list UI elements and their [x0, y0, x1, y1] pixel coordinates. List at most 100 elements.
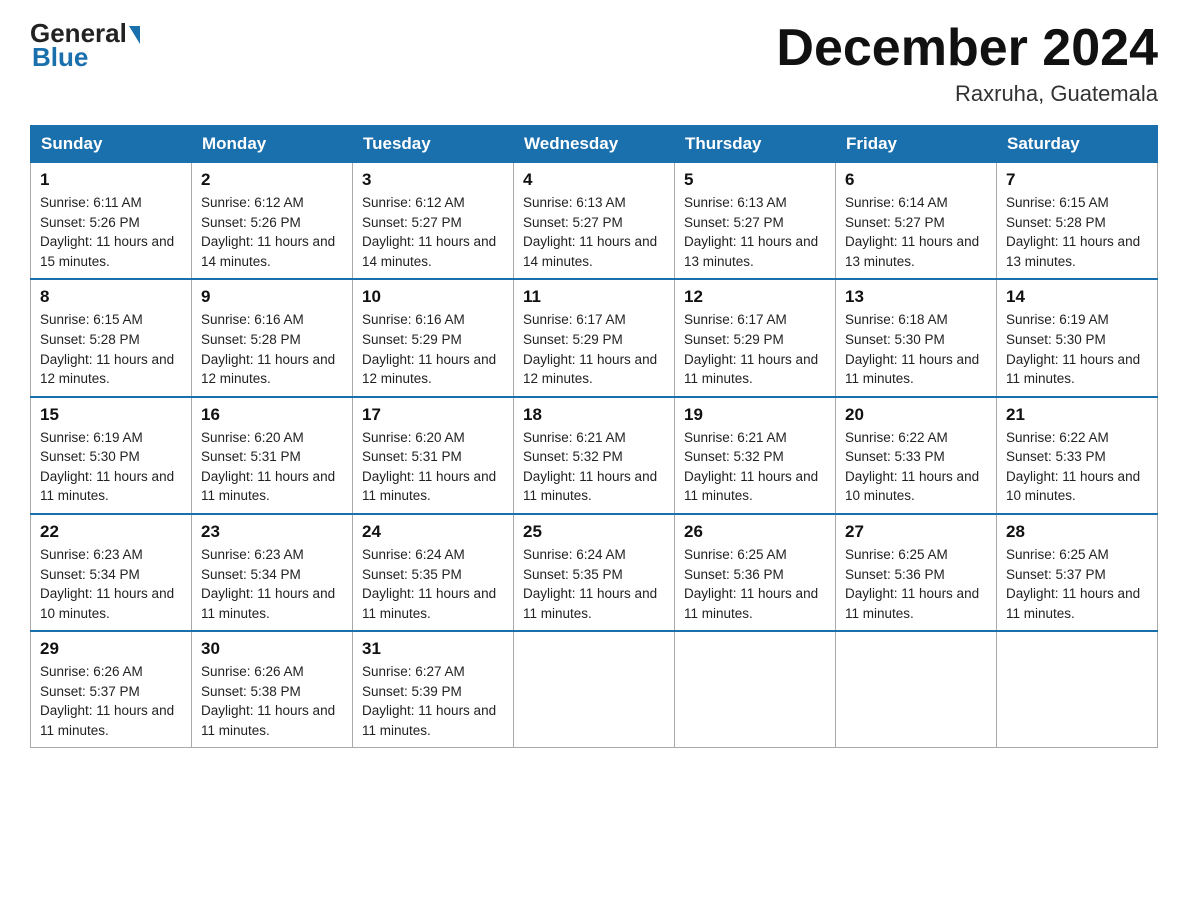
- calendar-day-cell: 28 Sunrise: 6:25 AMSunset: 5:37 PMDaylig…: [997, 514, 1158, 631]
- day-number: 27: [845, 522, 987, 542]
- day-header-tuesday: Tuesday: [353, 126, 514, 163]
- day-info: Sunrise: 6:25 AMSunset: 5:36 PMDaylight:…: [845, 547, 979, 621]
- page-header: General Blue December 2024 Raxruha, Guat…: [30, 20, 1158, 107]
- calendar-table: SundayMondayTuesdayWednesdayThursdayFrid…: [30, 125, 1158, 748]
- day-info: Sunrise: 6:23 AMSunset: 5:34 PMDaylight:…: [40, 547, 174, 621]
- calendar-day-cell: 2 Sunrise: 6:12 AMSunset: 5:26 PMDayligh…: [192, 163, 353, 280]
- calendar-day-cell: 13 Sunrise: 6:18 AMSunset: 5:30 PMDaylig…: [836, 279, 997, 396]
- day-number: 3: [362, 170, 504, 190]
- day-info: Sunrise: 6:21 AMSunset: 5:32 PMDaylight:…: [684, 430, 818, 504]
- calendar-day-cell: 7 Sunrise: 6:15 AMSunset: 5:28 PMDayligh…: [997, 163, 1158, 280]
- day-number: 1: [40, 170, 182, 190]
- day-info: Sunrise: 6:13 AMSunset: 5:27 PMDaylight:…: [523, 195, 657, 269]
- day-info: Sunrise: 6:13 AMSunset: 5:27 PMDaylight:…: [684, 195, 818, 269]
- day-info: Sunrise: 6:19 AMSunset: 5:30 PMDaylight:…: [40, 430, 174, 504]
- day-info: Sunrise: 6:15 AMSunset: 5:28 PMDaylight:…: [40, 312, 174, 386]
- calendar-week-row: 8 Sunrise: 6:15 AMSunset: 5:28 PMDayligh…: [31, 279, 1158, 396]
- calendar-day-cell: 5 Sunrise: 6:13 AMSunset: 5:27 PMDayligh…: [675, 163, 836, 280]
- day-number: 18: [523, 405, 665, 425]
- day-number: 28: [1006, 522, 1148, 542]
- calendar-day-cell: 29 Sunrise: 6:26 AMSunset: 5:37 PMDaylig…: [31, 631, 192, 748]
- calendar-day-cell: 4 Sunrise: 6:13 AMSunset: 5:27 PMDayligh…: [514, 163, 675, 280]
- day-info: Sunrise: 6:17 AMSunset: 5:29 PMDaylight:…: [523, 312, 657, 386]
- calendar-day-cell: 19 Sunrise: 6:21 AMSunset: 5:32 PMDaylig…: [675, 397, 836, 514]
- day-number: 4: [523, 170, 665, 190]
- calendar-day-cell: 30 Sunrise: 6:26 AMSunset: 5:38 PMDaylig…: [192, 631, 353, 748]
- day-header-sunday: Sunday: [31, 126, 192, 163]
- calendar-day-cell: 10 Sunrise: 6:16 AMSunset: 5:29 PMDaylig…: [353, 279, 514, 396]
- calendar-day-cell: 9 Sunrise: 6:16 AMSunset: 5:28 PMDayligh…: [192, 279, 353, 396]
- day-number: 8: [40, 287, 182, 307]
- day-number: 31: [362, 639, 504, 659]
- day-header-saturday: Saturday: [997, 126, 1158, 163]
- logo: General Blue: [30, 20, 140, 73]
- day-info: Sunrise: 6:17 AMSunset: 5:29 PMDaylight:…: [684, 312, 818, 386]
- day-header-wednesday: Wednesday: [514, 126, 675, 163]
- calendar-day-cell: 6 Sunrise: 6:14 AMSunset: 5:27 PMDayligh…: [836, 163, 997, 280]
- day-info: Sunrise: 6:27 AMSunset: 5:39 PMDaylight:…: [362, 664, 496, 738]
- day-info: Sunrise: 6:20 AMSunset: 5:31 PMDaylight:…: [201, 430, 335, 504]
- day-number: 19: [684, 405, 826, 425]
- day-header-friday: Friday: [836, 126, 997, 163]
- day-info: Sunrise: 6:21 AMSunset: 5:32 PMDaylight:…: [523, 430, 657, 504]
- calendar-empty-cell: [836, 631, 997, 748]
- day-number: 5: [684, 170, 826, 190]
- day-info: Sunrise: 6:14 AMSunset: 5:27 PMDaylight:…: [845, 195, 979, 269]
- day-number: 21: [1006, 405, 1148, 425]
- day-number: 13: [845, 287, 987, 307]
- day-info: Sunrise: 6:18 AMSunset: 5:30 PMDaylight:…: [845, 312, 979, 386]
- calendar-day-cell: 27 Sunrise: 6:25 AMSunset: 5:36 PMDaylig…: [836, 514, 997, 631]
- calendar-day-cell: 24 Sunrise: 6:24 AMSunset: 5:35 PMDaylig…: [353, 514, 514, 631]
- day-info: Sunrise: 6:26 AMSunset: 5:37 PMDaylight:…: [40, 664, 174, 738]
- calendar-day-cell: 14 Sunrise: 6:19 AMSunset: 5:30 PMDaylig…: [997, 279, 1158, 396]
- calendar-day-cell: 11 Sunrise: 6:17 AMSunset: 5:29 PMDaylig…: [514, 279, 675, 396]
- calendar-day-cell: 22 Sunrise: 6:23 AMSunset: 5:34 PMDaylig…: [31, 514, 192, 631]
- day-info: Sunrise: 6:24 AMSunset: 5:35 PMDaylight:…: [362, 547, 496, 621]
- day-number: 29: [40, 639, 182, 659]
- day-number: 12: [684, 287, 826, 307]
- day-number: 20: [845, 405, 987, 425]
- day-number: 30: [201, 639, 343, 659]
- calendar-day-cell: 20 Sunrise: 6:22 AMSunset: 5:33 PMDaylig…: [836, 397, 997, 514]
- day-number: 15: [40, 405, 182, 425]
- logo-blue-text: Blue: [32, 42, 88, 73]
- calendar-day-cell: 21 Sunrise: 6:22 AMSunset: 5:33 PMDaylig…: [997, 397, 1158, 514]
- calendar-day-cell: 15 Sunrise: 6:19 AMSunset: 5:30 PMDaylig…: [31, 397, 192, 514]
- day-number: 7: [1006, 170, 1148, 190]
- calendar-week-row: 1 Sunrise: 6:11 AMSunset: 5:26 PMDayligh…: [31, 163, 1158, 280]
- day-number: 26: [684, 522, 826, 542]
- logo-arrow-icon: [129, 26, 140, 44]
- calendar-week-row: 29 Sunrise: 6:26 AMSunset: 5:37 PMDaylig…: [31, 631, 1158, 748]
- day-info: Sunrise: 6:26 AMSunset: 5:38 PMDaylight:…: [201, 664, 335, 738]
- day-info: Sunrise: 6:23 AMSunset: 5:34 PMDaylight:…: [201, 547, 335, 621]
- calendar-day-cell: 26 Sunrise: 6:25 AMSunset: 5:36 PMDaylig…: [675, 514, 836, 631]
- location-label: Raxruha, Guatemala: [776, 81, 1158, 107]
- day-number: 22: [40, 522, 182, 542]
- day-info: Sunrise: 6:15 AMSunset: 5:28 PMDaylight:…: [1006, 195, 1140, 269]
- calendar-day-cell: 12 Sunrise: 6:17 AMSunset: 5:29 PMDaylig…: [675, 279, 836, 396]
- title-block: December 2024 Raxruha, Guatemala: [776, 20, 1158, 107]
- day-number: 6: [845, 170, 987, 190]
- day-number: 24: [362, 522, 504, 542]
- calendar-day-cell: 25 Sunrise: 6:24 AMSunset: 5:35 PMDaylig…: [514, 514, 675, 631]
- calendar-empty-cell: [997, 631, 1158, 748]
- day-info: Sunrise: 6:22 AMSunset: 5:33 PMDaylight:…: [845, 430, 979, 504]
- day-number: 14: [1006, 287, 1148, 307]
- day-number: 25: [523, 522, 665, 542]
- calendar-day-cell: 18 Sunrise: 6:21 AMSunset: 5:32 PMDaylig…: [514, 397, 675, 514]
- day-info: Sunrise: 6:11 AMSunset: 5:26 PMDaylight:…: [40, 195, 174, 269]
- day-number: 11: [523, 287, 665, 307]
- calendar-empty-cell: [675, 631, 836, 748]
- calendar-empty-cell: [514, 631, 675, 748]
- calendar-day-cell: 3 Sunrise: 6:12 AMSunset: 5:27 PMDayligh…: [353, 163, 514, 280]
- calendar-day-cell: 8 Sunrise: 6:15 AMSunset: 5:28 PMDayligh…: [31, 279, 192, 396]
- day-info: Sunrise: 6:16 AMSunset: 5:28 PMDaylight:…: [201, 312, 335, 386]
- day-number: 10: [362, 287, 504, 307]
- calendar-day-cell: 16 Sunrise: 6:20 AMSunset: 5:31 PMDaylig…: [192, 397, 353, 514]
- day-info: Sunrise: 6:12 AMSunset: 5:27 PMDaylight:…: [362, 195, 496, 269]
- day-header-monday: Monday: [192, 126, 353, 163]
- day-number: 17: [362, 405, 504, 425]
- day-number: 2: [201, 170, 343, 190]
- day-number: 23: [201, 522, 343, 542]
- calendar-day-cell: 17 Sunrise: 6:20 AMSunset: 5:31 PMDaylig…: [353, 397, 514, 514]
